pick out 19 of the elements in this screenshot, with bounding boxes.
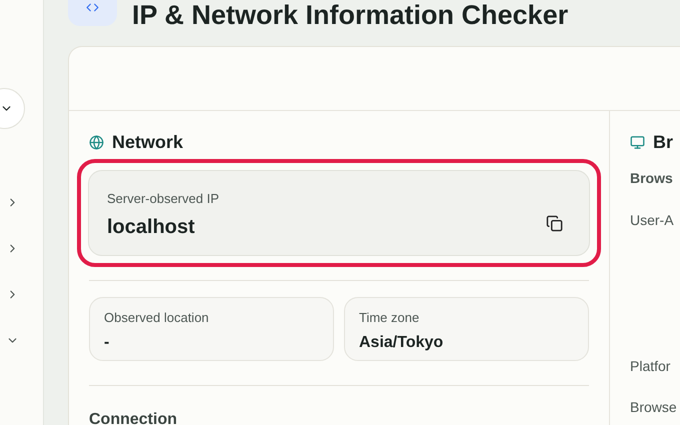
field-value: -	[104, 332, 110, 352]
field-value: Asia/Tokyo	[359, 332, 444, 352]
field-label: Platfor	[630, 357, 672, 376]
page-title: IP & Network Information Checker	[132, 2, 568, 29]
copy-button[interactable]	[546, 214, 563, 232]
section-heading: Br	[653, 130, 674, 154]
field-label: Server-observed IP	[107, 190, 220, 208]
globe-icon	[89, 134, 104, 150]
monitor-icon	[630, 134, 645, 150]
field-label: Time zone	[359, 309, 420, 327]
subsection-heading: Brows	[630, 169, 674, 188]
copy-icon	[546, 214, 563, 232]
section-heading: Network	[112, 130, 184, 154]
field-label: Browse	[630, 398, 678, 417]
ip-value: localhost	[107, 216, 196, 237]
code-icon	[86, 1, 99, 14]
subsection-heading: Connection	[89, 411, 177, 425]
field-label: Observed location	[104, 309, 210, 327]
field-label: User-A	[630, 211, 675, 230]
